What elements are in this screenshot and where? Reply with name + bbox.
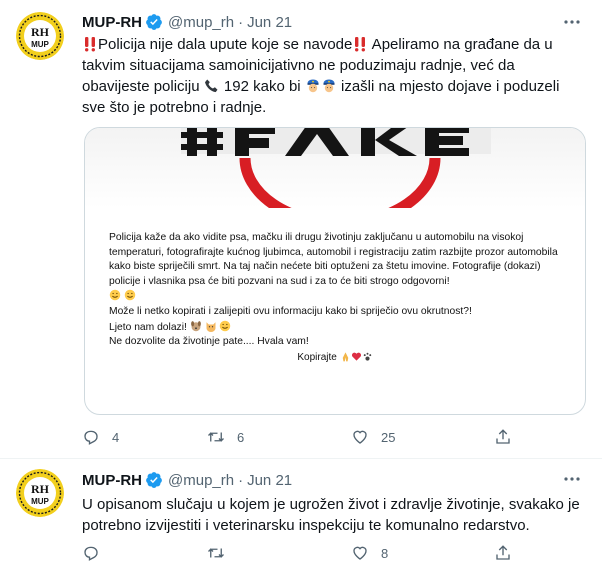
image-line: Ljeto nam dolazi! bbox=[109, 321, 187, 333]
avatar-text-bottom: MUP bbox=[31, 40, 49, 49]
retweet-count: 6 bbox=[237, 429, 245, 445]
heart-icon bbox=[351, 352, 361, 361]
retweet-icon bbox=[208, 432, 224, 442]
reply-count: 4 bbox=[112, 429, 120, 445]
avatar-text-top: RH bbox=[31, 25, 50, 39]
separator: · bbox=[238, 13, 244, 31]
police-officer-icon bbox=[307, 79, 319, 93]
tweet-text-part: Policija nije dala upute koje se navode bbox=[98, 36, 353, 53]
double-exclamation-icon bbox=[85, 37, 95, 52]
tweet[interactable]: RH MUP MUP-RH @mup_rh · Jun 21 U opisano… bbox=[0, 459, 602, 572]
retweet-icon bbox=[208, 548, 224, 558]
reply-button[interactable] bbox=[82, 544, 112, 562]
share-button[interactable] bbox=[494, 544, 512, 562]
smiling-face-icon bbox=[124, 290, 136, 301]
display-name[interactable]: MUP-RH bbox=[82, 472, 142, 489]
image-line-row: Ljeto nam dolazi! bbox=[109, 320, 569, 336]
timestamp[interactable]: Jun 21 bbox=[247, 472, 292, 489]
paw-prints-icon bbox=[363, 352, 371, 361]
reply-icon bbox=[84, 546, 98, 561]
folded-hands-icon bbox=[342, 352, 348, 362]
image-line: Ne dozvolite da životinje pate.... Hvala… bbox=[109, 336, 309, 348]
like-count: 25 bbox=[381, 429, 396, 445]
avatar-text-bottom: MUP bbox=[31, 497, 49, 506]
retweet-button[interactable]: 6 bbox=[207, 428, 244, 446]
fake-stamp-graphic bbox=[85, 128, 585, 208]
smiling-face-icon bbox=[220, 320, 231, 331]
telephone-receiver-icon bbox=[204, 79, 218, 93]
retweet-button[interactable] bbox=[207, 544, 237, 562]
more-options-icon[interactable] bbox=[562, 12, 582, 32]
image-paragraph: Policija kaže da ako vidite psa, mačku i… bbox=[109, 232, 558, 287]
police-officer-icon bbox=[323, 79, 335, 93]
tweet-text: Policija nije dala upute koje se navode … bbox=[82, 34, 586, 118]
share-button[interactable] bbox=[494, 428, 512, 446]
tweet[interactable]: RH MUP MUP-RH @mup_rh · Jun 21 Policija … bbox=[0, 0, 602, 458]
handle[interactable]: @mup_rh bbox=[168, 14, 234, 31]
tweet-image[interactable]: Policija kaže da ako vidite psa, mačku i… bbox=[84, 127, 586, 415]
separator: · bbox=[238, 471, 244, 489]
tweet-header: MUP-RH @mup_rh · Jun 21 bbox=[82, 470, 562, 490]
verified-badge-icon bbox=[146, 472, 162, 488]
reply-button[interactable]: 4 bbox=[82, 428, 119, 446]
avatar[interactable]: RH MUP bbox=[16, 12, 64, 60]
like-button[interactable]: 8 bbox=[351, 544, 388, 562]
timestamp[interactable]: Jun 21 bbox=[247, 14, 292, 31]
image-signoff: Kopirajte bbox=[85, 351, 585, 363]
image-emoji-row bbox=[109, 289, 569, 305]
more-options-icon[interactable] bbox=[562, 469, 582, 489]
share-icon bbox=[496, 429, 510, 444]
double-exclamation-icon bbox=[355, 37, 366, 52]
heart-outline-icon bbox=[353, 546, 367, 560]
tweet-header: MUP-RH @mup_rh · Jun 21 bbox=[82, 12, 562, 32]
image-text: Policija kaže da ako vidite psa, mačku i… bbox=[109, 231, 569, 350]
tweet-text-part: 192 kako bi bbox=[219, 78, 305, 95]
verified-badge-icon bbox=[146, 14, 162, 30]
tweet-actions: 4 6 25 bbox=[82, 427, 572, 447]
image-line: Može li netko kopirati i zalijepiti ovu … bbox=[109, 305, 472, 317]
tweet-text: U opisanom slučaju u kojem je ugrožen ži… bbox=[82, 496, 580, 534]
cat-face-icon bbox=[206, 321, 216, 332]
reply-icon bbox=[84, 430, 98, 445]
handle[interactable]: @mup_rh bbox=[168, 472, 234, 489]
image-signoff-text: Kopirajte bbox=[297, 352, 337, 363]
heart-outline-icon bbox=[353, 430, 367, 444]
like-button[interactable]: 25 bbox=[351, 428, 395, 446]
tweet-actions: 8 bbox=[82, 543, 572, 563]
smiling-face-icon bbox=[109, 290, 121, 301]
avatar-text-top: RH bbox=[31, 482, 50, 496]
avatar[interactable]: RH MUP bbox=[16, 469, 64, 517]
display-name[interactable]: MUP-RH bbox=[82, 14, 142, 31]
dog-face-icon bbox=[190, 320, 201, 331]
share-icon bbox=[496, 545, 510, 560]
like-count: 8 bbox=[381, 545, 389, 561]
